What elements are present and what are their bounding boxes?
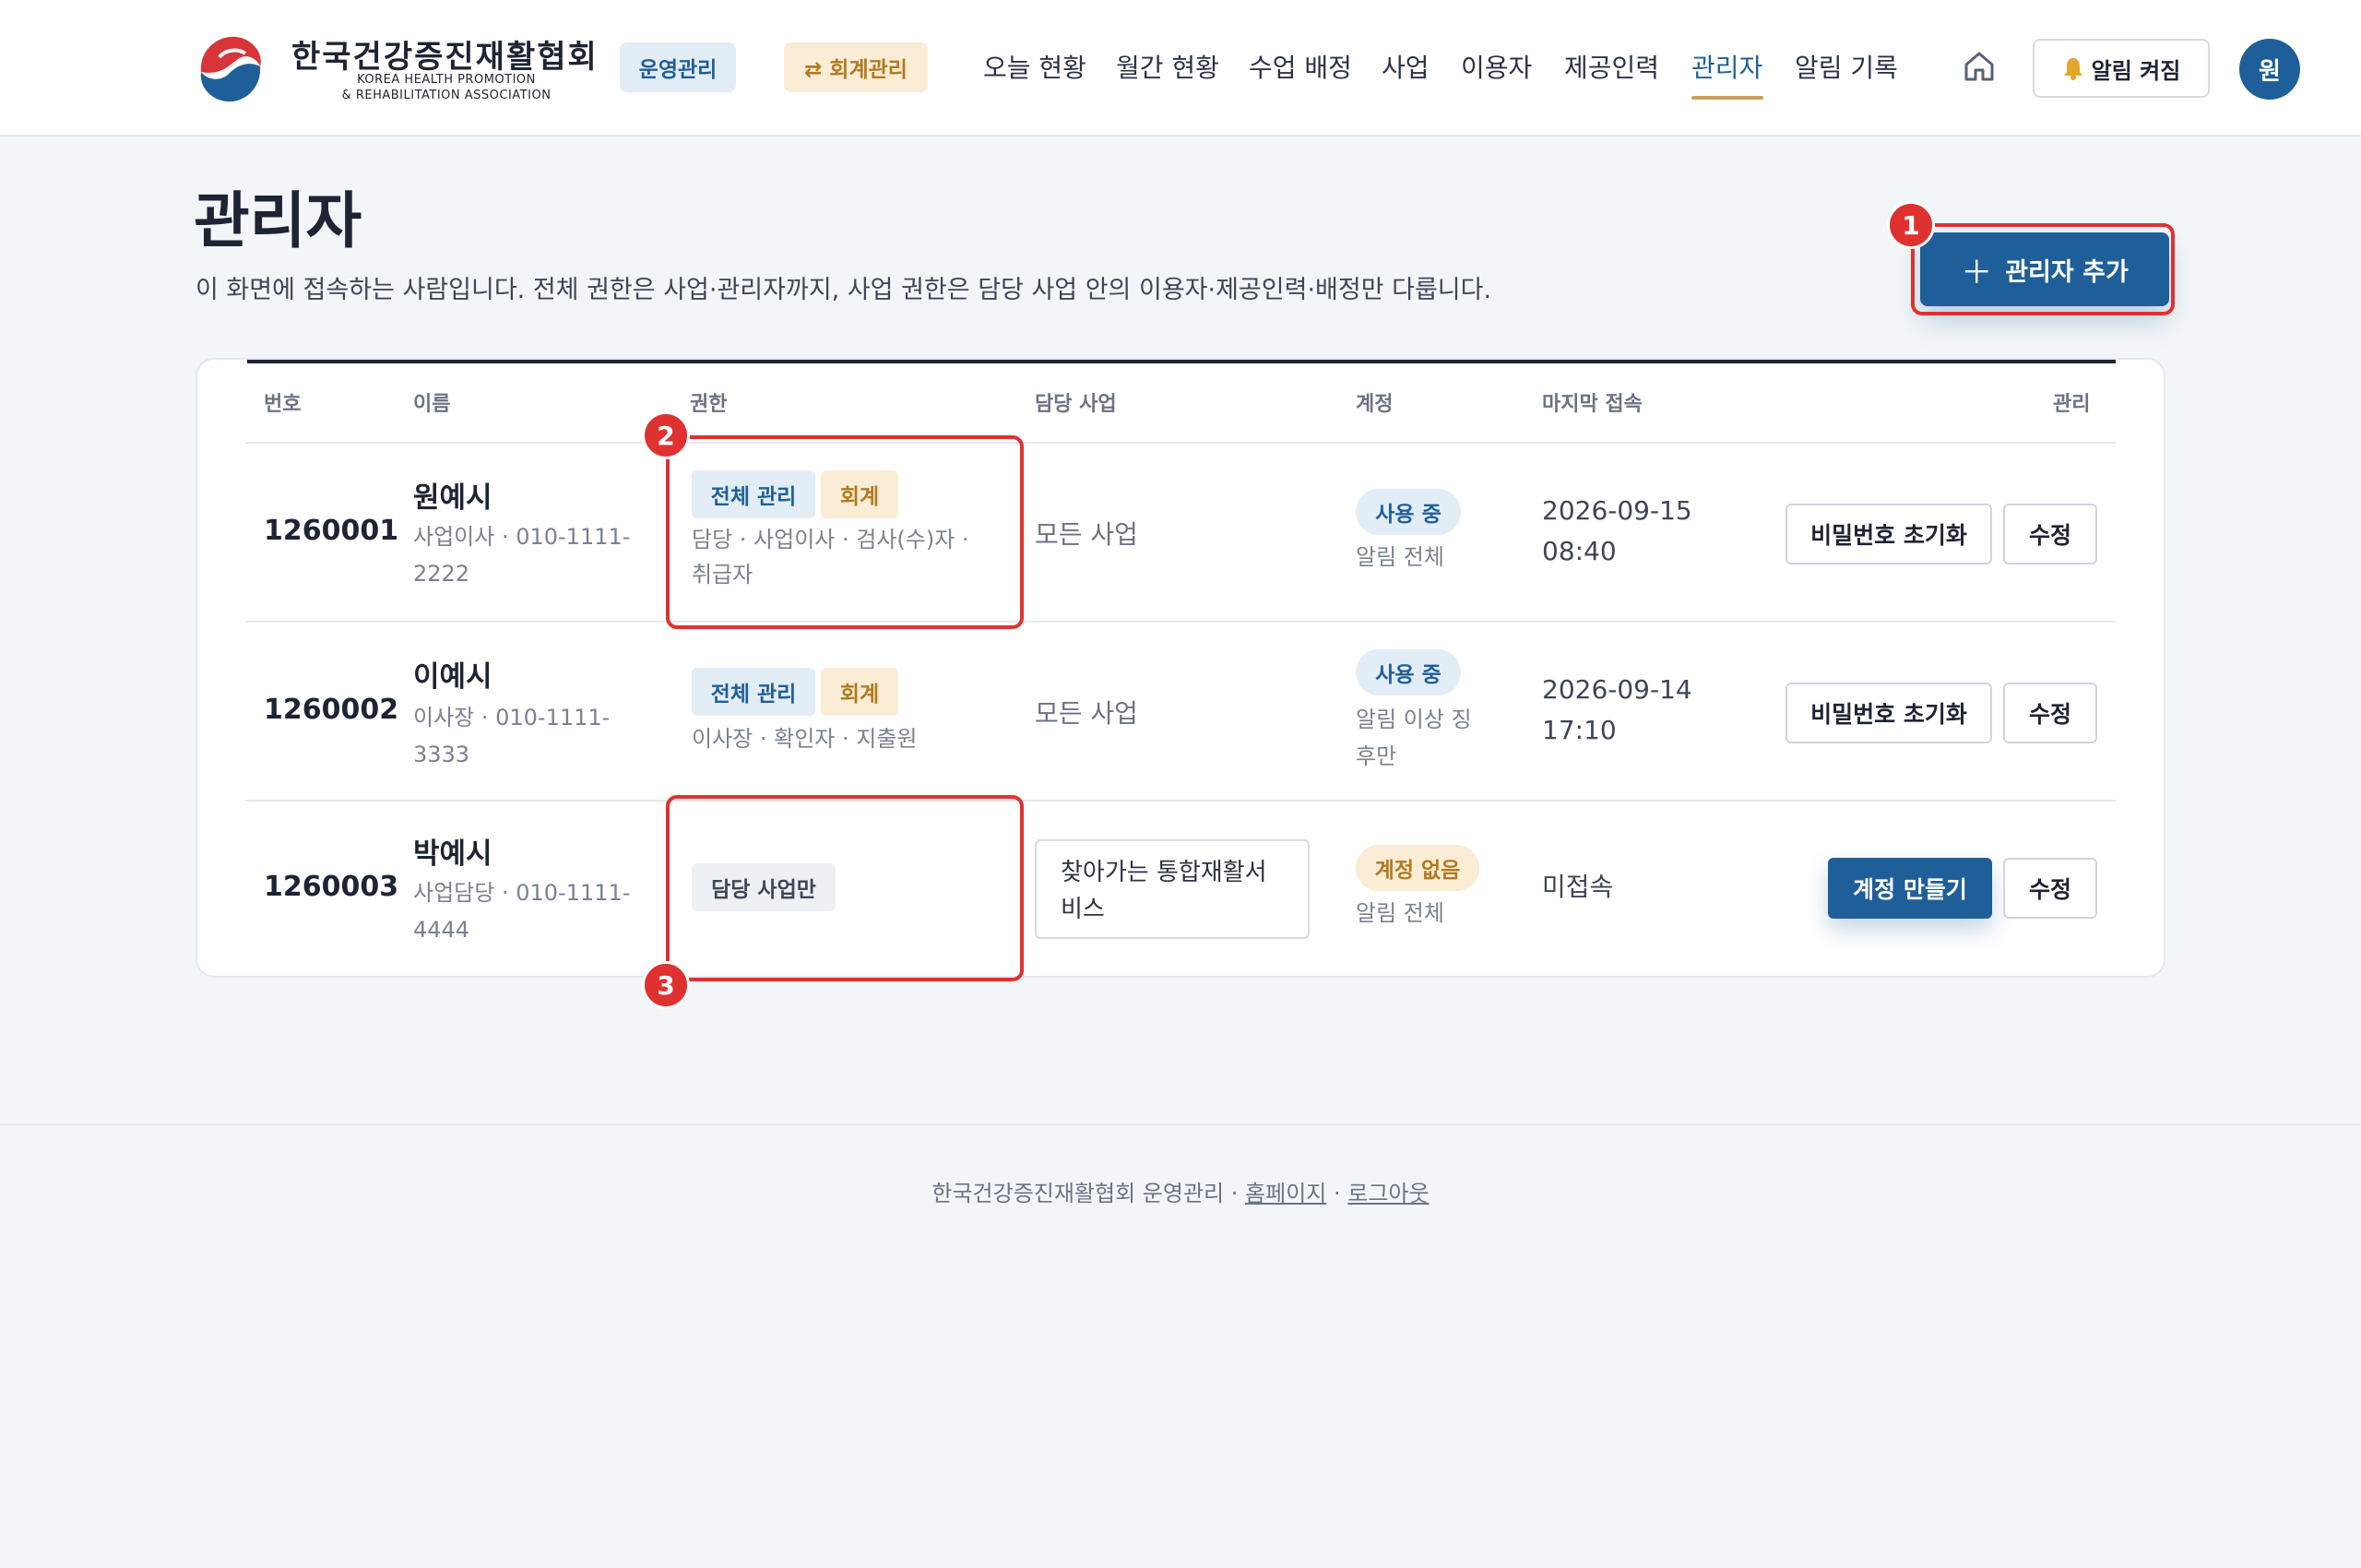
row-divider	[245, 621, 2116, 623]
row-name: 박예시	[413, 837, 492, 871]
nav-class-assignment[interactable]: 수업 배정	[1249, 48, 1352, 85]
table-top-rule	[247, 360, 2116, 363]
row-business: 모든 사업	[1035, 698, 1138, 729]
nav-active-indicator	[1691, 96, 1763, 100]
row-last-login-date: 2026-09-15	[1542, 495, 1692, 526]
header-permission: 권한	[690, 393, 728, 416]
nav-users[interactable]: 이용자	[1461, 48, 1532, 85]
row-id: 1260001	[264, 515, 399, 547]
reset-password-button[interactable]: 비밀번호 초기화	[1786, 504, 1992, 564]
status-badge: 계정 없음	[1356, 845, 1479, 891]
page-description: 이 화면에 접속하는 사람입니다. 전체 권한은 사업·관리자까지, 사업 권한…	[196, 276, 1492, 304]
row-alarm-setting: 알림 전체	[1356, 900, 1444, 926]
status-badge: 사용 중	[1356, 489, 1461, 535]
highlight-add-admin	[1911, 223, 2175, 315]
top-navigation-bar: 한국건강증진재활협회 KOREA HEALTH PROMOTION & REHA…	[0, 0, 2361, 137]
annotation-badge-1: 1	[1887, 201, 1935, 249]
header-last-login: 마지막 접속	[1542, 393, 1643, 416]
brand-name-en: KOREA HEALTH PROMOTION & REHABILITATION …	[293, 72, 599, 103]
footer-separator: ·	[1334, 1181, 1341, 1206]
row-title-phone: 사업이사 · 010-1111-2222	[413, 524, 631, 587]
nav-today-status[interactable]: 오늘 현황	[983, 48, 1086, 85]
header-account: 계정	[1356, 393, 1394, 416]
brand-name: 한국건강증진재활협회	[291, 39, 599, 76]
create-account-button[interactable]: 계정 만들기	[1828, 858, 1992, 919]
row-title-phone: 사업담당 · 010-1111-4444	[413, 880, 631, 943]
user-avatar[interactable]: 원	[2239, 39, 2300, 100]
annotation-badge-2: 2	[642, 411, 690, 459]
mode-operations-button[interactable]: 운영관리	[620, 42, 736, 92]
edit-button[interactable]: 수정	[2003, 858, 2097, 919]
highlight-own-business-permission	[666, 795, 1024, 981]
edit-button[interactable]: 수정	[2003, 683, 2097, 743]
mode-accounting-button[interactable]: ⇄ 회계관리	[784, 42, 928, 92]
nav-admins[interactable]: 관리자	[1691, 48, 1762, 85]
footer: 한국건강증진재활협회 운영관리 · 홈페이지 · 로그아웃	[0, 1175, 2361, 1207]
page-title: 관리자	[194, 185, 362, 256]
header-id: 번호	[264, 393, 302, 416]
alarm-toggle-label: 알림 켜짐	[2091, 57, 2181, 84]
reset-password-button[interactable]: 비밀번호 초기화	[1786, 683, 1992, 743]
row-business-box: 찾아가는 통합재활서비스	[1035, 839, 1310, 939]
row-divider	[245, 800, 2116, 802]
row-id: 1260003	[264, 871, 399, 903]
row-title-phone: 이사장 · 010-1111-3333	[413, 705, 611, 767]
alarm-toggle-button[interactable]: 알림 켜짐	[2033, 39, 2210, 98]
highlight-full-permission	[666, 435, 1024, 629]
nav-monthly-status[interactable]: 월간 현황	[1116, 48, 1219, 85]
taegeuk-logo-icon[interactable]	[192, 30, 269, 107]
row-name: 이예시	[413, 660, 492, 694]
row-name: 원예시	[413, 481, 492, 515]
brand-name-en-line2: & REHABILITATION ASSOCIATION	[341, 89, 552, 102]
brand-name-en-line1: KOREA HEALTH PROMOTION	[357, 73, 536, 87]
row-divider	[245, 442, 2116, 444]
edit-button[interactable]: 수정	[2003, 504, 2097, 564]
home-icon[interactable]	[1961, 48, 1998, 85]
row-last-login-time: 17:10	[1542, 715, 1617, 745]
bell-icon	[2063, 58, 2082, 80]
nav-business[interactable]: 사업	[1382, 48, 1430, 85]
row-alarm-setting: 알림 이상 징후만	[1356, 707, 1472, 769]
footer-divider	[0, 1123, 2361, 1125]
permission-tag-accounting: 회계	[821, 668, 898, 716]
footer-text: 한국건강증진재활협회 운영관리 ·	[931, 1181, 1239, 1206]
row-roles: 이사장 · 확인자 · 지출원	[692, 726, 918, 752]
nav-staff[interactable]: 제공인력	[1564, 48, 1659, 85]
nav-alarm-log[interactable]: 알림 기록	[1795, 48, 1898, 85]
permission-tag-full: 전체 관리	[692, 668, 815, 716]
header-name: 이름	[413, 393, 451, 416]
header-business: 담당 사업	[1035, 393, 1117, 416]
row-id: 1260002	[264, 694, 399, 726]
header-manage: 관리	[2053, 393, 2091, 416]
status-badge: 사용 중	[1356, 649, 1461, 695]
row-alarm-setting: 알림 전체	[1356, 544, 1444, 570]
row-last-login: 미접속	[1542, 872, 1614, 902]
annotation-badge-3: 3	[642, 961, 690, 1009]
footer-logout-link[interactable]: 로그아웃	[1347, 1181, 1429, 1206]
row-last-login-date: 2026-09-14	[1542, 674, 1692, 705]
row-last-login-time: 08:40	[1542, 536, 1617, 566]
row-business: 모든 사업	[1035, 519, 1138, 550]
footer-home-link[interactable]: 홈페이지	[1245, 1181, 1326, 1206]
